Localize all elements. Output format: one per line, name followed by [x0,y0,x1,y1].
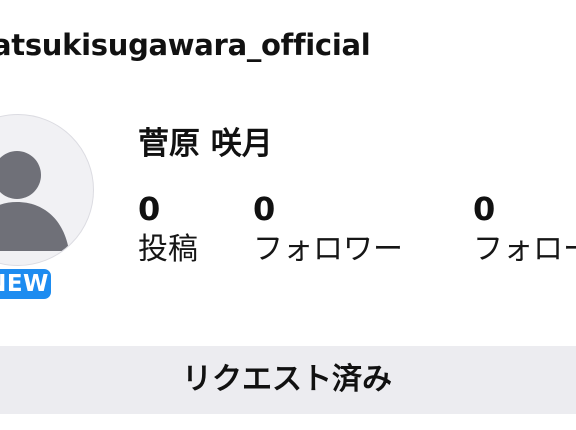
requested-button[interactable]: リクエスト済み [0,346,576,414]
posts-count: 0 [138,190,161,228]
following-count: 0 [473,190,496,228]
new-status-badge: NEW [0,266,54,302]
default-user-avatar-icon[interactable] [0,114,94,266]
following-stat[interactable]: 0 フォロー [473,190,576,268]
followers-count: 0 [253,190,276,228]
instagram-profile-screen: atsukisugawara_official NEW 菅原 咲月 0 投稿 0… [0,0,576,430]
posts-label: 投稿 [138,232,198,267]
requested-button-label: リクエスト済み [182,362,392,397]
profile-avatar-container[interactable]: NEW [0,114,94,306]
following-label: フォロー [473,232,576,267]
followers-label: フォロワー [253,232,403,267]
profile-display-name: 菅原 咲月 [138,126,273,162]
posts-stat[interactable]: 0 投稿 [138,190,198,268]
profile-username: atsukisugawara_official [0,28,371,62]
followers-stat[interactable]: 0 フォロワー [253,190,403,268]
